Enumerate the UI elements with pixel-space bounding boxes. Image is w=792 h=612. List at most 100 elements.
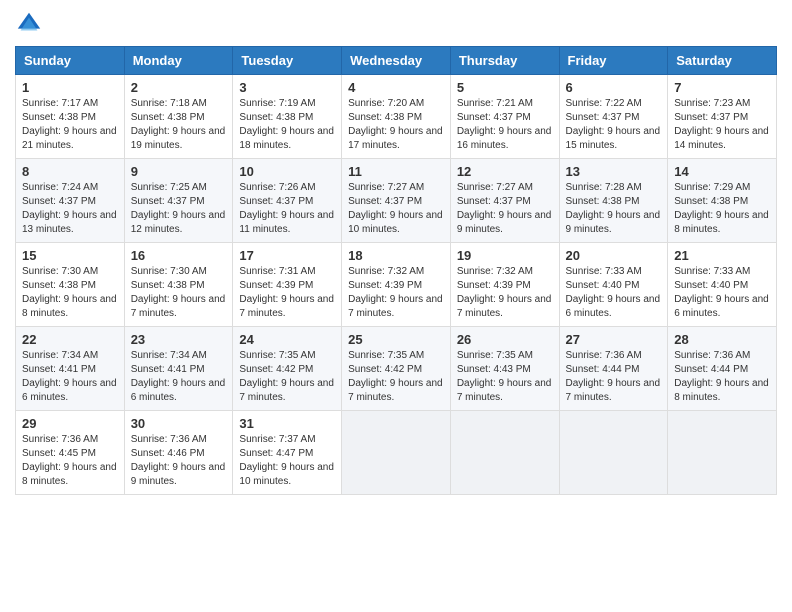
day-number: 24 (239, 332, 335, 347)
day-info: Sunrise: 7:33 AMSunset: 4:40 PMDaylight:… (566, 266, 661, 319)
day-number: 20 (566, 248, 662, 263)
day-info: Sunrise: 7:20 AMSunset: 4:38 PMDaylight:… (348, 98, 443, 151)
day-cell: 28 Sunrise: 7:36 AMSunset: 4:44 PMDaylig… (668, 327, 777, 411)
day-info: Sunrise: 7:35 AMSunset: 4:43 PMDaylight:… (457, 350, 552, 403)
week-row-5: 29 Sunrise: 7:36 AMSunset: 4:45 PMDaylig… (16, 411, 777, 495)
day-info: Sunrise: 7:21 AMSunset: 4:37 PMDaylight:… (457, 98, 552, 151)
day-number: 27 (566, 332, 662, 347)
day-info: Sunrise: 7:27 AMSunset: 4:37 PMDaylight:… (457, 182, 552, 235)
day-number: 12 (457, 164, 553, 179)
day-cell: 19 Sunrise: 7:32 AMSunset: 4:39 PMDaylig… (450, 243, 559, 327)
day-cell: 22 Sunrise: 7:34 AMSunset: 4:41 PMDaylig… (16, 327, 125, 411)
day-number: 14 (674, 164, 770, 179)
day-cell: 14 Sunrise: 7:29 AMSunset: 4:38 PMDaylig… (668, 159, 777, 243)
day-number: 9 (131, 164, 227, 179)
day-info: Sunrise: 7:22 AMSunset: 4:37 PMDaylight:… (566, 98, 661, 151)
day-cell: 30 Sunrise: 7:36 AMSunset: 4:46 PMDaylig… (124, 411, 233, 495)
day-number: 29 (22, 416, 118, 431)
day-number: 17 (239, 248, 335, 263)
weekday-header-row: SundayMondayTuesdayWednesdayThursdayFrid… (16, 47, 777, 75)
day-info: Sunrise: 7:28 AMSunset: 4:38 PMDaylight:… (566, 182, 661, 235)
day-number: 3 (239, 80, 335, 95)
day-cell: 18 Sunrise: 7:32 AMSunset: 4:39 PMDaylig… (342, 243, 451, 327)
day-cell: 12 Sunrise: 7:27 AMSunset: 4:37 PMDaylig… (450, 159, 559, 243)
day-cell (450, 411, 559, 495)
day-info: Sunrise: 7:36 AMSunset: 4:44 PMDaylight:… (674, 350, 769, 403)
day-info: Sunrise: 7:34 AMSunset: 4:41 PMDaylight:… (22, 350, 117, 403)
day-number: 21 (674, 248, 770, 263)
day-number: 10 (239, 164, 335, 179)
day-info: Sunrise: 7:35 AMSunset: 4:42 PMDaylight:… (239, 350, 334, 403)
day-number: 8 (22, 164, 118, 179)
day-cell: 3 Sunrise: 7:19 AMSunset: 4:38 PMDayligh… (233, 75, 342, 159)
day-cell: 27 Sunrise: 7:36 AMSunset: 4:44 PMDaylig… (559, 327, 668, 411)
day-info: Sunrise: 7:36 AMSunset: 4:46 PMDaylight:… (131, 434, 226, 487)
day-cell: 9 Sunrise: 7:25 AMSunset: 4:37 PMDayligh… (124, 159, 233, 243)
day-cell: 1 Sunrise: 7:17 AMSunset: 4:38 PMDayligh… (16, 75, 125, 159)
day-cell: 20 Sunrise: 7:33 AMSunset: 4:40 PMDaylig… (559, 243, 668, 327)
day-number: 15 (22, 248, 118, 263)
day-info: Sunrise: 7:29 AMSunset: 4:38 PMDaylight:… (674, 182, 769, 235)
day-number: 16 (131, 248, 227, 263)
day-cell: 13 Sunrise: 7:28 AMSunset: 4:38 PMDaylig… (559, 159, 668, 243)
day-number: 13 (566, 164, 662, 179)
day-info: Sunrise: 7:34 AMSunset: 4:41 PMDaylight:… (131, 350, 226, 403)
weekday-header-tuesday: Tuesday (233, 47, 342, 75)
day-info: Sunrise: 7:30 AMSunset: 4:38 PMDaylight:… (131, 266, 226, 319)
day-number: 30 (131, 416, 227, 431)
day-number: 26 (457, 332, 553, 347)
week-row-3: 15 Sunrise: 7:30 AMSunset: 4:38 PMDaylig… (16, 243, 777, 327)
weekday-header-wednesday: Wednesday (342, 47, 451, 75)
calendar-table: SundayMondayTuesdayWednesdayThursdayFrid… (15, 46, 777, 495)
day-number: 23 (131, 332, 227, 347)
day-info: Sunrise: 7:37 AMSunset: 4:47 PMDaylight:… (239, 434, 334, 487)
day-info: Sunrise: 7:30 AMSunset: 4:38 PMDaylight:… (22, 266, 117, 319)
weekday-header-monday: Monday (124, 47, 233, 75)
day-cell: 5 Sunrise: 7:21 AMSunset: 4:37 PMDayligh… (450, 75, 559, 159)
day-info: Sunrise: 7:35 AMSunset: 4:42 PMDaylight:… (348, 350, 443, 403)
day-cell: 15 Sunrise: 7:30 AMSunset: 4:38 PMDaylig… (16, 243, 125, 327)
weekday-header-saturday: Saturday (668, 47, 777, 75)
day-cell: 21 Sunrise: 7:33 AMSunset: 4:40 PMDaylig… (668, 243, 777, 327)
day-cell (668, 411, 777, 495)
week-row-2: 8 Sunrise: 7:24 AMSunset: 4:37 PMDayligh… (16, 159, 777, 243)
day-cell: 24 Sunrise: 7:35 AMSunset: 4:42 PMDaylig… (233, 327, 342, 411)
day-info: Sunrise: 7:19 AMSunset: 4:38 PMDaylight:… (239, 98, 334, 151)
day-cell (559, 411, 668, 495)
day-number: 22 (22, 332, 118, 347)
day-info: Sunrise: 7:36 AMSunset: 4:45 PMDaylight:… (22, 434, 117, 487)
day-info: Sunrise: 7:17 AMSunset: 4:38 PMDaylight:… (22, 98, 117, 151)
day-cell: 10 Sunrise: 7:26 AMSunset: 4:37 PMDaylig… (233, 159, 342, 243)
day-info: Sunrise: 7:23 AMSunset: 4:37 PMDaylight:… (674, 98, 769, 151)
day-cell: 31 Sunrise: 7:37 AMSunset: 4:47 PMDaylig… (233, 411, 342, 495)
day-info: Sunrise: 7:32 AMSunset: 4:39 PMDaylight:… (457, 266, 552, 319)
weekday-header-sunday: Sunday (16, 47, 125, 75)
day-info: Sunrise: 7:32 AMSunset: 4:39 PMDaylight:… (348, 266, 443, 319)
day-info: Sunrise: 7:33 AMSunset: 4:40 PMDaylight:… (674, 266, 769, 319)
day-cell: 16 Sunrise: 7:30 AMSunset: 4:38 PMDaylig… (124, 243, 233, 327)
day-info: Sunrise: 7:27 AMSunset: 4:37 PMDaylight:… (348, 182, 443, 235)
logo-icon (15, 10, 43, 38)
day-number: 1 (22, 80, 118, 95)
day-cell: 2 Sunrise: 7:18 AMSunset: 4:38 PMDayligh… (124, 75, 233, 159)
day-info: Sunrise: 7:25 AMSunset: 4:37 PMDaylight:… (131, 182, 226, 235)
header (15, 10, 777, 38)
day-info: Sunrise: 7:36 AMSunset: 4:44 PMDaylight:… (566, 350, 661, 403)
day-number: 25 (348, 332, 444, 347)
day-number: 18 (348, 248, 444, 263)
day-number: 2 (131, 80, 227, 95)
day-number: 6 (566, 80, 662, 95)
weekday-header-friday: Friday (559, 47, 668, 75)
day-cell: 11 Sunrise: 7:27 AMSunset: 4:37 PMDaylig… (342, 159, 451, 243)
logo (15, 10, 47, 38)
weekday-header-thursday: Thursday (450, 47, 559, 75)
day-number: 31 (239, 416, 335, 431)
day-info: Sunrise: 7:24 AMSunset: 4:37 PMDaylight:… (22, 182, 117, 235)
day-cell: 25 Sunrise: 7:35 AMSunset: 4:42 PMDaylig… (342, 327, 451, 411)
day-cell (342, 411, 451, 495)
day-number: 11 (348, 164, 444, 179)
day-info: Sunrise: 7:18 AMSunset: 4:38 PMDaylight:… (131, 98, 226, 151)
day-cell: 26 Sunrise: 7:35 AMSunset: 4:43 PMDaylig… (450, 327, 559, 411)
week-row-4: 22 Sunrise: 7:34 AMSunset: 4:41 PMDaylig… (16, 327, 777, 411)
day-cell: 17 Sunrise: 7:31 AMSunset: 4:39 PMDaylig… (233, 243, 342, 327)
